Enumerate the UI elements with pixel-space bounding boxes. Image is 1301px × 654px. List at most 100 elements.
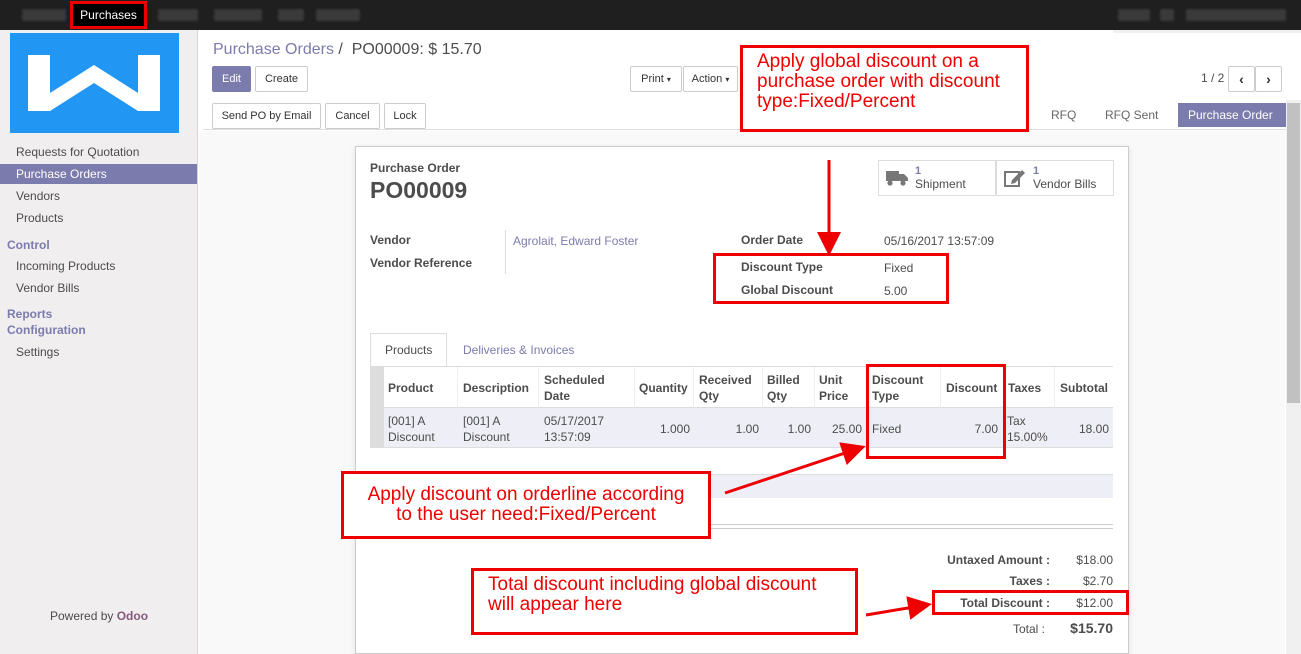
shipment-count: 1 (915, 165, 922, 177)
doc-type-label: Purchase Order (370, 161, 461, 175)
sidebar-item-purchase-orders[interactable]: Purchase Orders (0, 164, 197, 184)
stage-rfq-sent[interactable]: RFQ Sent (1105, 103, 1158, 127)
edit-button[interactable]: Edit (212, 66, 251, 92)
nav-menu-blurred[interactable] (278, 9, 304, 21)
action-dropdown[interactable]: Action ▾ (683, 66, 738, 92)
action-label: Action (691, 73, 723, 85)
nav-menu-blurred[interactable] (316, 9, 360, 21)
col-taxes[interactable]: Taxes (1008, 380, 1041, 396)
sidebar-item-vendors[interactable]: Vendors (0, 186, 197, 206)
col-separator (634, 367, 635, 408)
cell-product: [001] A Discount (388, 414, 435, 444)
sidebar-item-settings[interactable]: Settings (0, 342, 197, 362)
taxes-label: Taxes : (1009, 574, 1050, 588)
cancel-button[interactable]: Cancel (325, 103, 380, 129)
shipment-smart-button[interactable]: 1 Shipment (878, 160, 996, 196)
col-unit-price[interactable]: Unit Price (819, 372, 859, 404)
sidebar-item-rfq[interactable]: Requests for Quotation (0, 142, 197, 162)
top-navbar: Purchases (0, 0, 1301, 30)
row-handle-column (370, 367, 384, 448)
print-dropdown[interactable]: Print ▾ (630, 66, 682, 92)
tab-deliveries-invoices[interactable]: Deliveries & Invoices (449, 333, 588, 367)
highlight-global-discount (713, 253, 949, 304)
sidebar-header-control: Control (7, 238, 50, 252)
nav-menu-blurred[interactable] (158, 9, 198, 21)
untaxed-amount-value: $18.00 (1076, 553, 1113, 567)
send-po-by-email-button[interactable]: Send PO by Email (212, 103, 321, 129)
col-billed-qty[interactable]: Billed Qty (767, 372, 807, 404)
col-scheduled-date[interactable]: Scheduled Date (544, 372, 624, 404)
sidebar-item-incoming-products[interactable]: Incoming Products (0, 256, 197, 276)
sidebar: Requests for Quotation Purchase Orders V… (0, 30, 198, 654)
caret-down-icon: ▾ (725, 74, 730, 84)
col-separator (538, 367, 539, 408)
shipment-label: Shipment (915, 177, 966, 191)
vendor-bills-label: Vendor Bills (1033, 177, 1097, 191)
col-received-qty[interactable]: Received Qty (699, 372, 759, 404)
breadcrumb-purchase-orders[interactable]: Purchase Orders (213, 41, 334, 58)
powered-prefix: Powered by (50, 609, 114, 623)
field-divider (505, 230, 506, 274)
pager-previous-button[interactable]: ‹ (1228, 66, 1255, 92)
nav-chat-blurred[interactable] (1118, 9, 1150, 21)
stage-purchase-order[interactable]: Purchase Order (1178, 103, 1286, 127)
vendor-bills-smart-button[interactable]: 1 Vendor Bills (996, 160, 1114, 196)
cell-taxes: Tax 15.00% (1007, 414, 1048, 444)
col-separator (457, 367, 458, 408)
breadcrumb: Purchase Orders / PO00009: $ 15.70 (213, 41, 482, 59)
create-button[interactable]: Create (255, 66, 308, 92)
nav-menu-blurred[interactable] (214, 9, 262, 21)
annotation-total-discount: Total discount including global discount… (471, 568, 858, 635)
col-separator (762, 367, 763, 408)
scrollbar-thumb[interactable] (1287, 103, 1300, 403)
logo-icon (28, 55, 160, 111)
nav-menu-blurred[interactable] (22, 9, 66, 21)
sidebar-header-reports: Reports (7, 307, 53, 321)
chevron-left-icon: ‹ (1239, 71, 1244, 87)
nav-user-blurred[interactable] (1186, 9, 1286, 21)
vendor-value[interactable]: Agrolait, Edward Foster (513, 234, 638, 248)
pager-value[interactable]: 1 / 2 (1201, 71, 1224, 85)
po-name: PO00009 (370, 177, 468, 203)
cell-subtotal: 18.00 (1078, 422, 1109, 436)
col-product[interactable]: Product (388, 380, 433, 396)
sidebar-item-vendor-bills[interactable]: Vendor Bills (0, 278, 197, 298)
order-date-value: 05/16/2017 13:57:09 (884, 234, 995, 248)
cell-scheduled-date: 05/17/2017 13:57:09 (544, 414, 605, 444)
odoo-link[interactable]: Odoo (117, 609, 148, 623)
annotation-orderline-discount: Apply discount on orderline according to… (341, 471, 711, 539)
vendor-reference-label: Vendor Reference (370, 256, 473, 270)
print-label: Print (641, 73, 664, 85)
highlight-total-discount (932, 590, 1129, 615)
tab-products[interactable]: Products (370, 333, 447, 367)
cell-description: [001] A Discount (463, 414, 510, 444)
sidebar-header-configuration: Configuration (7, 323, 86, 337)
untaxed-amount-label: Untaxed Amount : (947, 553, 1050, 567)
lock-button[interactable]: Lock (384, 103, 426, 129)
breadcrumb-separator: / (338, 41, 343, 58)
powered-by: Powered by Odoo (50, 609, 148, 623)
sidebar-item-products[interactable]: Products (0, 208, 197, 228)
col-separator (814, 367, 815, 408)
chevron-right-icon: › (1266, 71, 1271, 87)
cell-unit-price: 25.00 (831, 422, 862, 436)
truck-icon (886, 171, 908, 186)
taxes-value: $2.70 (1082, 574, 1113, 588)
stage-rfq[interactable]: RFQ (1051, 103, 1076, 127)
annotation-global-discount: Apply global discount on a purchase orde… (740, 45, 1029, 132)
nav-purchases[interactable]: Purchases (70, 1, 147, 29)
order-date-label: Order Date (741, 233, 804, 247)
total-label: Total : (1012, 622, 1045, 636)
company-logo[interactable] (10, 33, 179, 133)
total-value: $15.70 (1070, 620, 1113, 636)
col-subtotal[interactable]: Subtotal (1060, 380, 1108, 396)
cell-received-qty: 1.00 (735, 422, 759, 436)
cell-quantity: 1.000 (659, 422, 690, 436)
breadcrumb-current: PO00009: $ 15.70 (351, 41, 482, 58)
vendor-bills-count: 1 (1033, 165, 1040, 177)
pager-next-button[interactable]: › (1255, 66, 1282, 92)
nav-activity-blurred[interactable] (1160, 9, 1174, 21)
col-quantity[interactable]: Quantity (639, 380, 688, 396)
col-description[interactable]: Description (463, 380, 529, 396)
cell-billed-qty: 1.00 (787, 422, 811, 436)
